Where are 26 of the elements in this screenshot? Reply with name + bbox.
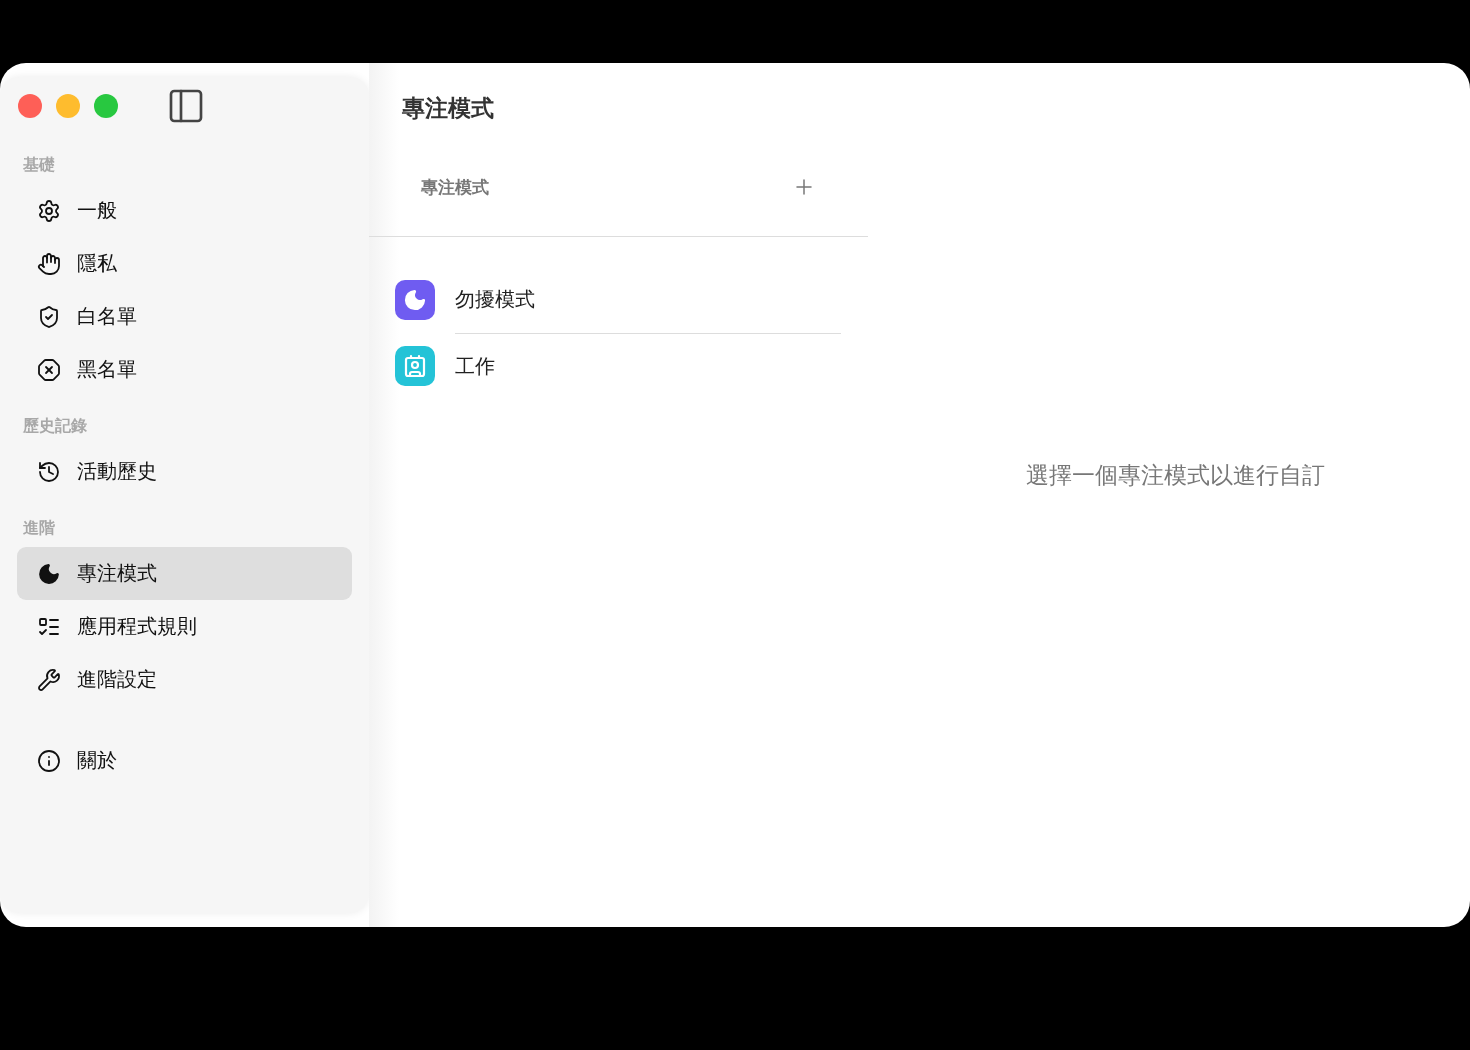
- sidebar-item-label: 應用程式規則: [77, 613, 197, 640]
- page-title: 專注模式: [401, 94, 495, 123]
- sidebar-item[interactable]: 應用程式規則: [17, 600, 352, 653]
- sidebar-item-label: 黑名單: [77, 356, 137, 383]
- sidebar-item[interactable]: 專注模式: [17, 547, 352, 600]
- sidebar-item-label: 專注模式: [77, 560, 157, 587]
- sidebar-item-label: 進階設定: [77, 666, 157, 693]
- sidebar-item-label: 關於: [77, 747, 117, 774]
- focus-mode-label[interactable]: 工作: [455, 352, 495, 380]
- sidebar-item[interactable]: 關於: [17, 734, 352, 787]
- sidebar-item[interactable]: 隱私: [17, 237, 352, 290]
- sidebar-item[interactable]: 黑名單: [17, 343, 352, 396]
- section-title: 進階: [22, 517, 56, 539]
- sidebar-item[interactable]: 活動歷史: [17, 445, 352, 498]
- sidebar-item-label: 白名單: [77, 303, 137, 330]
- sidebar-item-label: 隱私: [77, 250, 117, 277]
- section-title: 基礎: [22, 154, 56, 176]
- sidebar-item[interactable]: 進階設定: [17, 653, 352, 706]
- sidebar-item[interactable]: 白名單: [17, 290, 352, 343]
- sidebar-item-label: 活動歷史: [77, 458, 157, 485]
- list-heading: 專注模式: [421, 175, 489, 199]
- focus-mode-label[interactable]: 勿擾模式: [455, 286, 535, 313]
- section-title: 歷史記錄: [22, 415, 88, 437]
- sidebar-item-label: 一般: [77, 197, 117, 224]
- sidebar-item[interactable]: 一般: [17, 184, 352, 237]
- empty-message: 選擇一個專注模式以進行自訂: [1025, 460, 1325, 490]
